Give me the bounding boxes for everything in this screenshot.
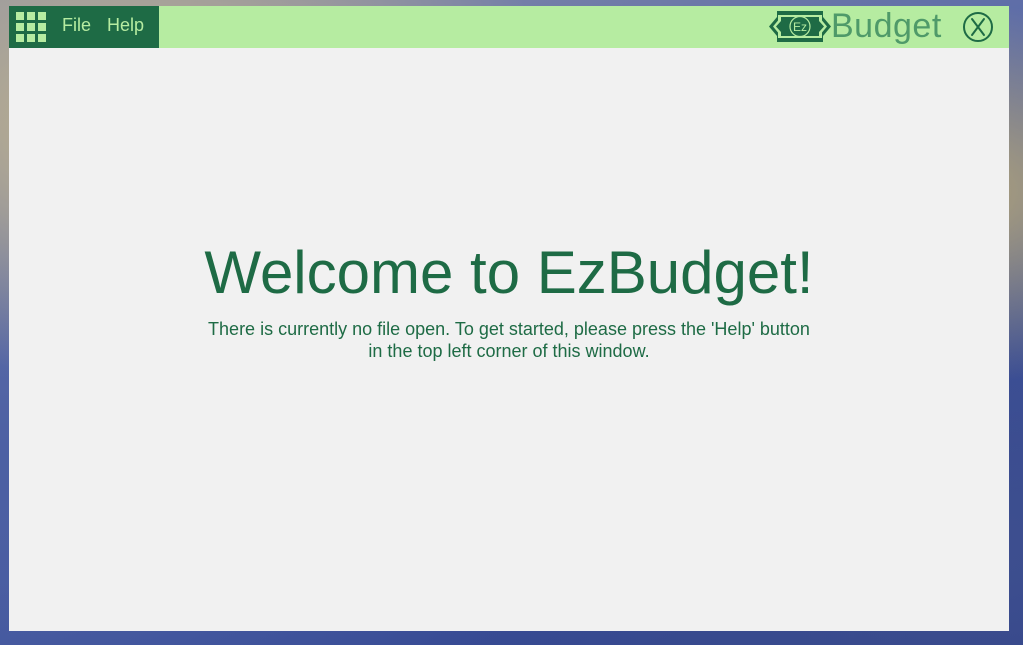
menu-bar: File Help (9, 6, 159, 48)
logo-text: Ez (793, 20, 807, 34)
close-icon[interactable] (962, 11, 994, 43)
ez-money-logo-icon: Ez (769, 11, 831, 42)
welcome-message: There is currently no file open. To get … (208, 319, 810, 361)
main-content: Welcome to EzBudget! There is currently … (9, 48, 1009, 631)
app-window: File Help Ez Budget Welcome to EzBudget!… (9, 6, 1009, 631)
app-brand-name: Budget (831, 7, 942, 45)
title-bar: File Help Ez Budget (9, 6, 1009, 48)
help-menu[interactable]: Help (107, 15, 144, 36)
file-menu[interactable]: File (62, 15, 91, 36)
grid-icon[interactable] (16, 12, 46, 42)
welcome-title: Welcome to EzBudget! (204, 239, 814, 306)
